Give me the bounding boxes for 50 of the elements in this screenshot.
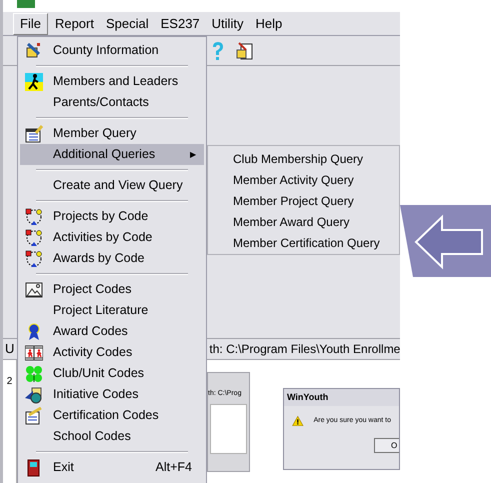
walking-person-icon (25, 72, 43, 90)
shortcut-text: Alt+F4 (156, 459, 193, 476)
menu-item[interactable]: Awards by Code (20, 248, 204, 269)
menu-item[interactable]: Special (100, 12, 154, 34)
submenu-item[interactable]: Member Project Query (208, 190, 399, 212)
menu-item[interactable]: Club/Unit Codes (20, 363, 204, 384)
menu-item[interactable]: Create and View Query (20, 175, 204, 196)
dot-circle-icon (25, 208, 43, 226)
menu-item[interactable]: Additional Queries ▶ (20, 144, 204, 165)
landscape-picture-icon (25, 280, 43, 298)
table-pencil-icon (25, 124, 43, 142)
dot-circle-icon (25, 228, 43, 246)
shapes-icon (25, 386, 43, 404)
menu-item[interactable]: Project Literature (20, 300, 204, 321)
submenu-item[interactable]: Club Membership Query (208, 148, 399, 170)
submenu-arrow: ▶ (190, 148, 197, 160)
dialog-title: WinYouth (284, 389, 399, 406)
menu-item[interactable]: Projects by Code (20, 206, 204, 227)
menu-item[interactable]: Award Codes (20, 321, 204, 342)
menu-item[interactable]: File (13, 12, 48, 34)
ruler-number: 2 (6, 375, 12, 389)
menu-item[interactable]: Members and Leaders (20, 71, 204, 92)
menu-item[interactable]: Parents/Contacts (20, 92, 204, 113)
app-icon (17, 0, 35, 8)
menu-item[interactable]: Utility (206, 12, 248, 34)
status-text: U (5, 340, 14, 358)
submenu-item[interactable]: Member Certification Query (208, 232, 399, 254)
submenu-item[interactable]: Member Activity Query (208, 169, 399, 190)
submenu-item[interactable]: Member Award Query (208, 212, 399, 233)
menu-item[interactable]: School Codes (20, 426, 204, 447)
menu-item[interactable]: Activity Codes (20, 342, 204, 363)
certificate-icon (25, 406, 43, 424)
menu-item[interactable]: ES237 (156, 12, 205, 34)
menu-item[interactable]: Initiative Codes (20, 384, 204, 405)
menu-item[interactable]: Help (250, 12, 288, 34)
document-preview (210, 404, 247, 454)
ok-button[interactable]: O (374, 438, 399, 453)
clover-icon (25, 364, 43, 382)
menu-item[interactable]: Activities by Code (20, 227, 204, 248)
menu-item[interactable]: Member Query (20, 123, 204, 144)
menu-item[interactable]: Exit Alt+F4 (20, 457, 204, 478)
pencil-hand-icon (25, 42, 43, 60)
menu-item[interactable]: Project Codes (20, 279, 204, 300)
status-path: th: C:\Program Files\Youth Enrollme (209, 341, 400, 358)
menu-item[interactable]: Report (50, 12, 99, 34)
menu-item[interactable]: County Information (20, 40, 204, 61)
menu-item[interactable]: Certification Codes (20, 405, 204, 426)
dot-circle-icon (25, 250, 43, 268)
document-pencil-icon[interactable] (235, 40, 255, 60)
film-strip-icon (25, 344, 43, 362)
